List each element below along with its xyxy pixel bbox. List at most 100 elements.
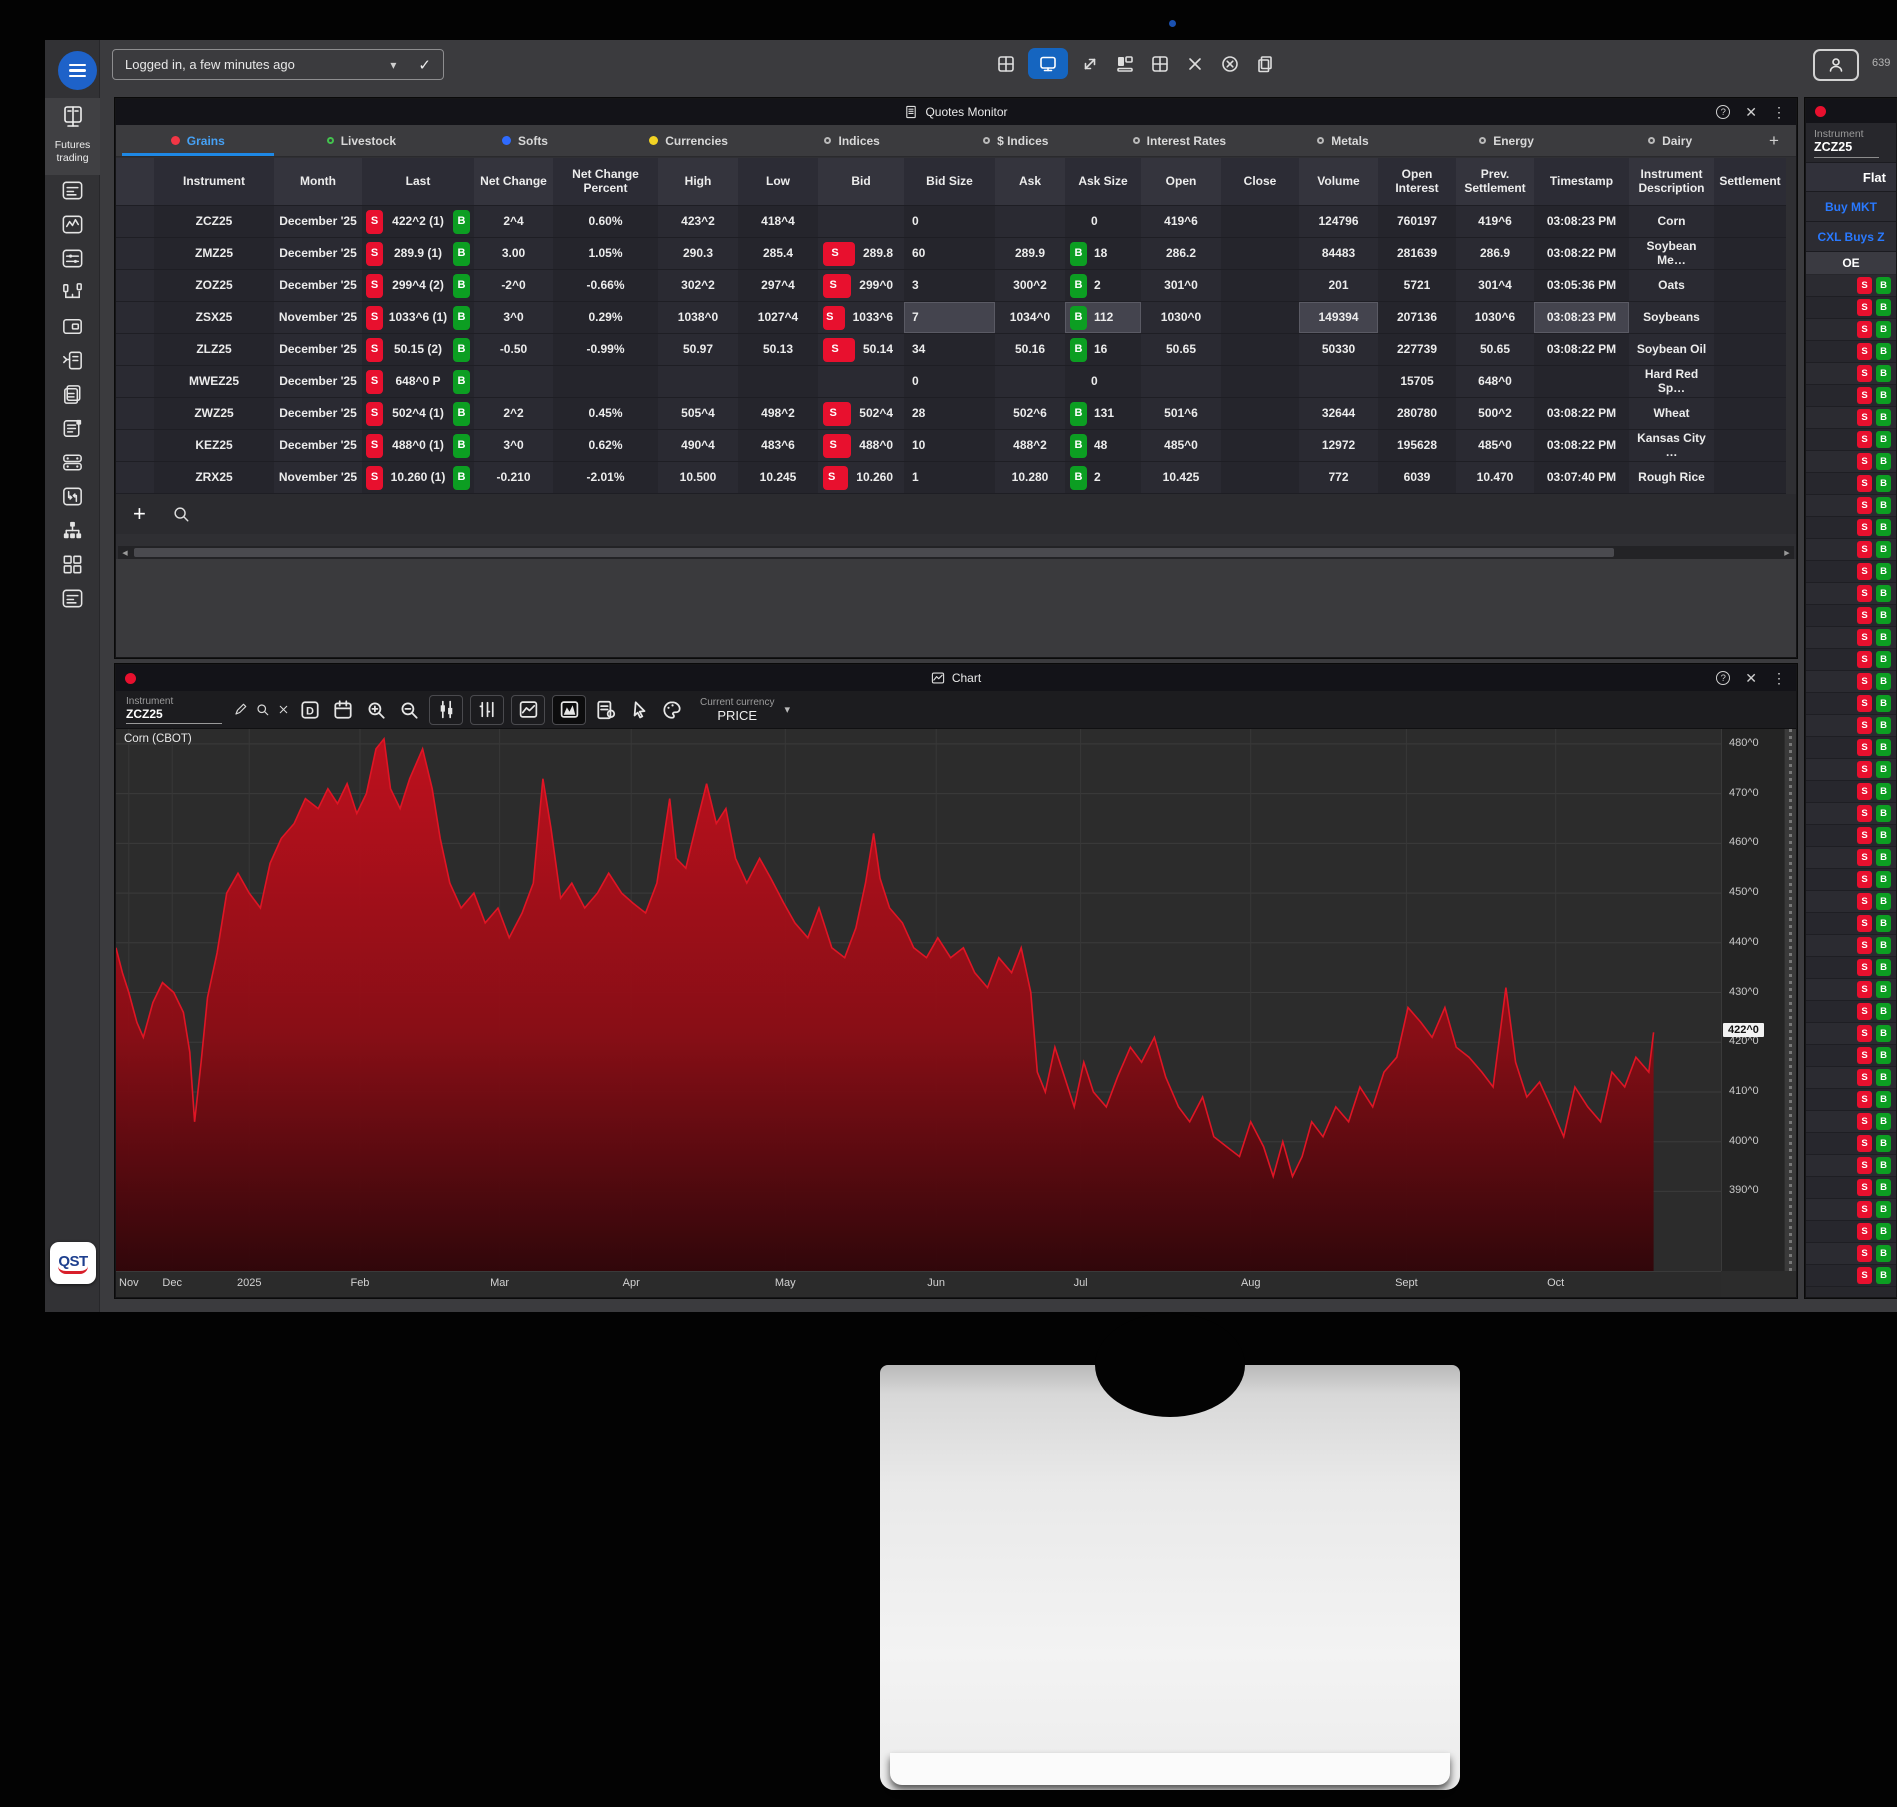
buy-badge[interactable]: B — [1876, 717, 1891, 734]
sell-badge[interactable]: S — [823, 306, 845, 330]
line-chart-icon-button[interactable] — [511, 695, 545, 725]
menu-button[interactable] — [58, 51, 97, 90]
buy-badge[interactable]: B — [1876, 1245, 1891, 1262]
buy-badge[interactable]: B — [453, 210, 470, 234]
buy-badge[interactable]: B — [1876, 563, 1891, 580]
order-entry-titlebar[interactable] — [1806, 99, 1896, 123]
sell-badge[interactable]: S — [1857, 1135, 1872, 1152]
quote-row-mwez25[interactable]: MWEZ25December '25S648^0 PB0015705648^0H… — [116, 366, 1796, 398]
palette-icon-button[interactable] — [659, 697, 685, 723]
candlestick-icon-button[interactable] — [429, 695, 463, 725]
sell-badge[interactable]: S — [823, 274, 851, 298]
buy-badge[interactable]: B — [1876, 871, 1891, 888]
sell-badge[interactable]: S — [1857, 871, 1872, 888]
chart-icon[interactable] — [60, 212, 85, 237]
sell-badge[interactable]: S — [1857, 519, 1872, 536]
sell-badge[interactable]: S — [1857, 717, 1872, 734]
quote-row-zmz25[interactable]: ZMZ25December '25S289.9 (1)B3.001.05%290… — [116, 238, 1796, 270]
market-depth-icon[interactable] — [60, 280, 85, 305]
tab-grains[interactable]: Grains — [116, 125, 280, 156]
buy-badge[interactable]: B — [1876, 827, 1891, 844]
sell-badge[interactable]: S — [1857, 1003, 1872, 1020]
chart-instrument-field[interactable]: Instrument ZCZ25 — [126, 696, 222, 724]
indicator-settings-icon-button[interactable] — [593, 697, 619, 723]
buy-badge[interactable]: B — [1876, 915, 1891, 932]
buy-badge[interactable]: B — [1876, 937, 1891, 954]
zoom-out-icon-button[interactable] — [396, 697, 422, 723]
sell-badge[interactable]: S — [1857, 893, 1872, 910]
sell-badge[interactable]: S — [366, 306, 383, 330]
column-header[interactable]: Bid — [818, 158, 904, 206]
buy-badge[interactable]: B — [1876, 783, 1891, 800]
buy-badge[interactable]: B — [453, 338, 470, 362]
sell-badge[interactable]: S — [1857, 981, 1872, 998]
column-header[interactable]: Instrument — [154, 158, 274, 206]
sell-badge[interactable]: S — [1857, 475, 1872, 492]
buy-badge[interactable]: B — [1876, 299, 1891, 316]
split-grid-icon-button[interactable] — [993, 51, 1019, 77]
transfer-icon[interactable] — [60, 484, 85, 509]
tab-currencies[interactable]: Currencies — [607, 125, 771, 156]
sell-badge[interactable]: S — [1857, 541, 1872, 558]
sell-badge[interactable]: S — [1857, 1267, 1872, 1284]
day-interval-icon-button[interactable]: D — [297, 697, 323, 723]
sell-badge[interactable]: S — [1857, 321, 1872, 338]
buy-badge[interactable]: B — [453, 306, 470, 330]
sell-badge[interactable]: S — [1857, 299, 1872, 316]
search-icon[interactable] — [172, 505, 190, 523]
quotes-monitor-titlebar[interactable]: Quotes Monitor ? ✕ ⋮ — [116, 99, 1796, 125]
close-circle-icon-button[interactable] — [1217, 51, 1243, 77]
currency-dropdown[interactable]: Current currency PRICE ▾ — [700, 697, 790, 723]
buy-badge[interactable]: B — [453, 434, 470, 458]
sell-badge[interactable]: S — [1857, 629, 1872, 646]
quote-board-icon[interactable] — [60, 178, 85, 203]
buy-badge[interactable]: B — [1876, 1179, 1891, 1196]
sell-badge[interactable]: S — [1857, 805, 1872, 822]
buy-badge[interactable]: B — [453, 242, 470, 266]
sell-badge[interactable]: S — [1857, 431, 1872, 448]
buy-badge[interactable]: B — [1876, 673, 1891, 690]
cancel-buys-button[interactable]: CXL Buys Z — [1806, 222, 1896, 252]
sell-badge[interactable]: S — [823, 338, 855, 362]
tab-dairy[interactable]: Dairy — [1588, 125, 1752, 156]
column-header[interactable]: High — [658, 158, 738, 206]
buy-badge[interactable]: B — [1876, 1025, 1891, 1042]
sell-badge[interactable]: S — [1857, 827, 1872, 844]
sell-badge[interactable]: S — [1857, 783, 1872, 800]
expand-icon-button[interactable] — [1077, 51, 1103, 77]
price-axis[interactable]: 480^0470^0460^0450^0440^0430^0420^0410^0… — [1721, 729, 1784, 1271]
sell-badge[interactable]: S — [1857, 277, 1872, 294]
sell-badge[interactable]: S — [1857, 563, 1872, 580]
sidebar-section-futures-trading[interactable]: Futures trading — [45, 98, 100, 175]
tab-energy[interactable]: Energy — [1425, 125, 1589, 156]
buy-badge[interactable]: B — [1876, 1069, 1891, 1086]
column-header[interactable]: Net Change — [474, 158, 553, 206]
column-header[interactable]: Ask — [995, 158, 1065, 206]
buy-badge[interactable]: B — [1876, 431, 1891, 448]
layout-icon-button[interactable] — [1112, 51, 1138, 77]
sell-badge[interactable]: S — [1857, 1223, 1872, 1240]
quote-row-zoz25[interactable]: ZOZ25December '25S299^4 (2)B-2^0-0.66%30… — [116, 270, 1796, 302]
buy-badge[interactable]: B — [1876, 1223, 1891, 1240]
vertical-scrollbar[interactable] — [1785, 729, 1796, 1271]
tab--indices[interactable]: $ Indices — [934, 125, 1098, 156]
buy-badge[interactable]: B — [1876, 1091, 1891, 1108]
edit-icon[interactable] — [233, 702, 248, 717]
help-icon[interactable]: ? — [1716, 105, 1730, 119]
buy-badge[interactable]: B — [1876, 1003, 1891, 1020]
apps-icon[interactable] — [60, 552, 85, 577]
column-header[interactable]: Close — [1221, 158, 1299, 206]
buy-badge[interactable]: B — [1876, 585, 1891, 602]
buy-badge[interactable]: B — [1876, 519, 1891, 536]
watchlist-icon[interactable] — [60, 586, 85, 611]
area-chart-icon-button[interactable] — [552, 695, 586, 725]
column-header[interactable]: Net Change Percent — [553, 158, 658, 206]
column-header[interactable]: Last — [362, 158, 474, 206]
sell-badge[interactable]: S — [1857, 1201, 1872, 1218]
buy-badge[interactable]: B — [1876, 409, 1891, 426]
column-header[interactable]: Instrument Description — [1629, 158, 1714, 206]
column-header[interactable]: Volume — [1299, 158, 1378, 206]
close-icon[interactable]: ✕ — [1745, 104, 1757, 121]
buy-badge[interactable]: B — [453, 370, 470, 394]
monitor-icon-button[interactable] — [1028, 48, 1068, 79]
